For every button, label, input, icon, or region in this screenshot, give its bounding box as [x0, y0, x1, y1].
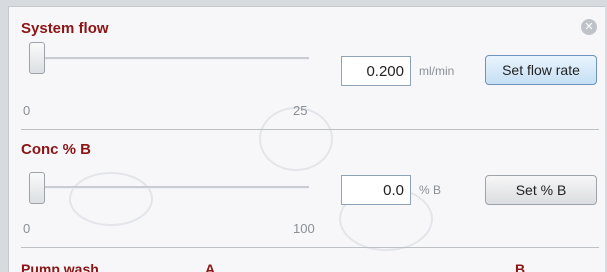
pump-wash-column-b-label: B	[515, 261, 526, 272]
system-flow-title: System flow	[21, 20, 109, 37]
conc-b-title: Conc % B	[21, 141, 92, 158]
flow-control-panel: System flow ✕ ml/min Set flow rate 0 25 …	[8, 6, 605, 272]
pump-wash-title: Pump wash	[21, 261, 99, 272]
system-flow-input[interactable]	[341, 56, 411, 86]
system-flow-slider-track[interactable]	[29, 57, 309, 60]
conc-b-unit: % B	[419, 183, 442, 197]
conc-b-slider-min-label: 0	[23, 221, 31, 236]
section-divider	[21, 247, 599, 248]
conc-b-slider-thumb[interactable]	[29, 172, 45, 204]
system-flow-slider-thumb[interactable]	[29, 42, 45, 74]
conc-b-slider-track[interactable]	[29, 186, 309, 189]
conc-b-slider-max-label: 100	[293, 221, 315, 236]
pump-wash-column-a-label: A	[205, 261, 216, 272]
system-flow-unit: ml/min	[419, 64, 455, 78]
set-percent-b-button[interactable]: Set % B	[485, 175, 597, 205]
background-diagram-shape	[69, 172, 153, 226]
set-flow-rate-button[interactable]: Set flow rate	[485, 55, 597, 85]
conc-b-input[interactable]	[341, 175, 411, 205]
close-icon[interactable]: ✕	[581, 19, 597, 35]
system-flow-slider-max-label: 25	[293, 103, 308, 118]
section-divider	[21, 129, 599, 130]
system-flow-slider-min-label: 0	[23, 103, 31, 118]
